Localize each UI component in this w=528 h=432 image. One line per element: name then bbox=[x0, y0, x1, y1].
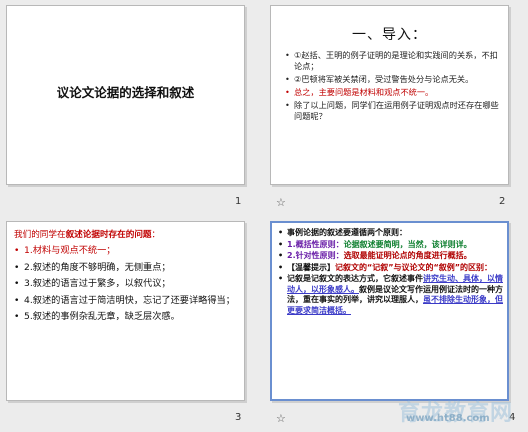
slide-2-bullet: ①赵括、王明的例子证明的是理论和实践间的关系，不扣论点； bbox=[285, 50, 500, 72]
slide-4-line: 事例论据的叙述要遵循两个原则： bbox=[278, 228, 504, 239]
slide-thumbnail-1[interactable]: 议论文论据的选择和叙述 bbox=[6, 5, 245, 185]
transition-star-icon[interactable]: ☆ bbox=[276, 196, 286, 209]
slide-number-1: 1 bbox=[235, 196, 242, 207]
slide-3-bullet: 1.材料与观点不统一； bbox=[14, 245, 236, 258]
slide-4-principle-2-text: 选取最能证明论点的角度进行概括。 bbox=[343, 251, 472, 260]
slide-2-bullet: ②巴顿将军被关禁闭，受过警告处分与论点无关。 bbox=[285, 74, 500, 85]
slide-2-bullet: 除了以上问题，同学们在运用例子证明观点时还存在哪些问题呢？ bbox=[285, 100, 500, 122]
slide-2-bullet-list: ①赵括、王明的例子证明的是理论和实践间的关系，不扣论点； ②巴顿将军被关禁闭，受… bbox=[285, 50, 500, 124]
slide-3-bullet: 3.叙述的语言过于繁多，以叙代议； bbox=[14, 278, 236, 291]
slide-2-title: 一、导入： bbox=[352, 27, 427, 43]
slide-3-heading: 我们的同学在叙述论据时存在的问题： bbox=[14, 228, 160, 240]
slide-4-principle-1-text: 论据叙述要简明，当然，该详则详。 bbox=[343, 239, 472, 249]
slide-4-body-a: 记叙是记叙文的表达方式，它叙述事件 bbox=[287, 274, 423, 283]
slide-4-principle-2-label: 2.针对性原则： bbox=[287, 251, 344, 260]
slide-3-bullet: 4.叙述的语言过于简洁明快，忘记了还要详略得当； bbox=[14, 295, 236, 308]
slide-cell-1[interactable]: 议论文论据的选择和叙述 1 bbox=[0, 0, 264, 216]
slide-2-bullet-highlight: 总之，主要问题是材料和观点不统一。 bbox=[285, 87, 500, 98]
slide-sorter-grid: 议论文论据的选择和叙述 1 一、导入： ①赵括、王明的例子证明的是理论和实践间的… bbox=[0, 0, 528, 432]
slide-4-line1: 事例论据的叙述要遵循两个原则： bbox=[287, 228, 407, 237]
slide-4-line: 1.概括性原则：论据叙述要简明，当然，该详则详。 bbox=[278, 240, 504, 251]
slide-4-line: 【温馨提示】记叙文的“记叙”与议论文的“叙例”的区别： bbox=[278, 263, 504, 274]
slide-4-tip-label: 【温馨提示】 bbox=[287, 262, 335, 272]
slide-1-title: 议论文论据的选择和叙述 bbox=[56, 85, 195, 100]
slide-3-heading-prefix: 我们的同学在 bbox=[14, 230, 66, 240]
slide-4-line: 记叙是记叙文的表达方式，它叙述事件讲究生动、具体，以情动人，以形象感人。叙例是议… bbox=[278, 274, 504, 316]
slide-thumbnail-2[interactable]: 一、导入： ①赵括、王明的例子证明的是理论和实践间的关系，不扣论点； ②巴顿将军… bbox=[270, 5, 509, 185]
slide-number-3: 3 bbox=[235, 412, 242, 423]
slide-thumbnail-3[interactable]: 我们的同学在叙述论据时存在的问题： 1.材料与观点不统一； 2.叙述的角度不够明… bbox=[6, 221, 245, 401]
slide-3-heading-bold: 叙述论据时存在的问题 bbox=[65, 230, 152, 240]
slide-4-content: 事例论据的叙述要遵循两个原则： 1.概括性原则：论据叙述要简明，当然，该详则详。… bbox=[278, 228, 504, 317]
slide-3-bullet: 2.叙述的角度不够明确，无侧重点； bbox=[14, 262, 236, 275]
slide-4-principle-1-label: 1.概括性原则： bbox=[287, 239, 344, 249]
slide-3-bullet-list: 1.材料与观点不统一； 2.叙述的角度不够明确，无侧重点； 3.叙述的语言过于繁… bbox=[14, 245, 236, 328]
watermark-url: www.ht88.com bbox=[406, 413, 490, 424]
slide-cell-3[interactable]: 我们的同学在叙述论据时存在的问题： 1.材料与观点不统一； 2.叙述的角度不够明… bbox=[0, 216, 264, 432]
slide-3-bullet: 5.叙述的事例杂乱无章，缺乏层次感。 bbox=[14, 311, 236, 324]
transition-star-icon[interactable]: ☆ bbox=[276, 412, 286, 425]
slide-thumbnail-4[interactable]: 事例论据的叙述要遵循两个原则： 1.概括性原则：论据叙述要简明，当然，该详则详。… bbox=[270, 221, 509, 401]
slide-number-2: 2 bbox=[499, 196, 506, 207]
slide-3-heading-suffix: ： bbox=[151, 230, 161, 240]
slide-4-tip-text: 记叙文的“记叙”与议论文的“叙例”的区别： bbox=[335, 262, 493, 272]
slide-cell-2[interactable]: 一、导入： ①赵括、王明的例子证明的是理论和实践间的关系，不扣论点； ②巴顿将军… bbox=[264, 0, 528, 216]
slide-4-line: 2.针对性原则：选取最能证明论点的角度进行概括。 bbox=[278, 251, 504, 262]
